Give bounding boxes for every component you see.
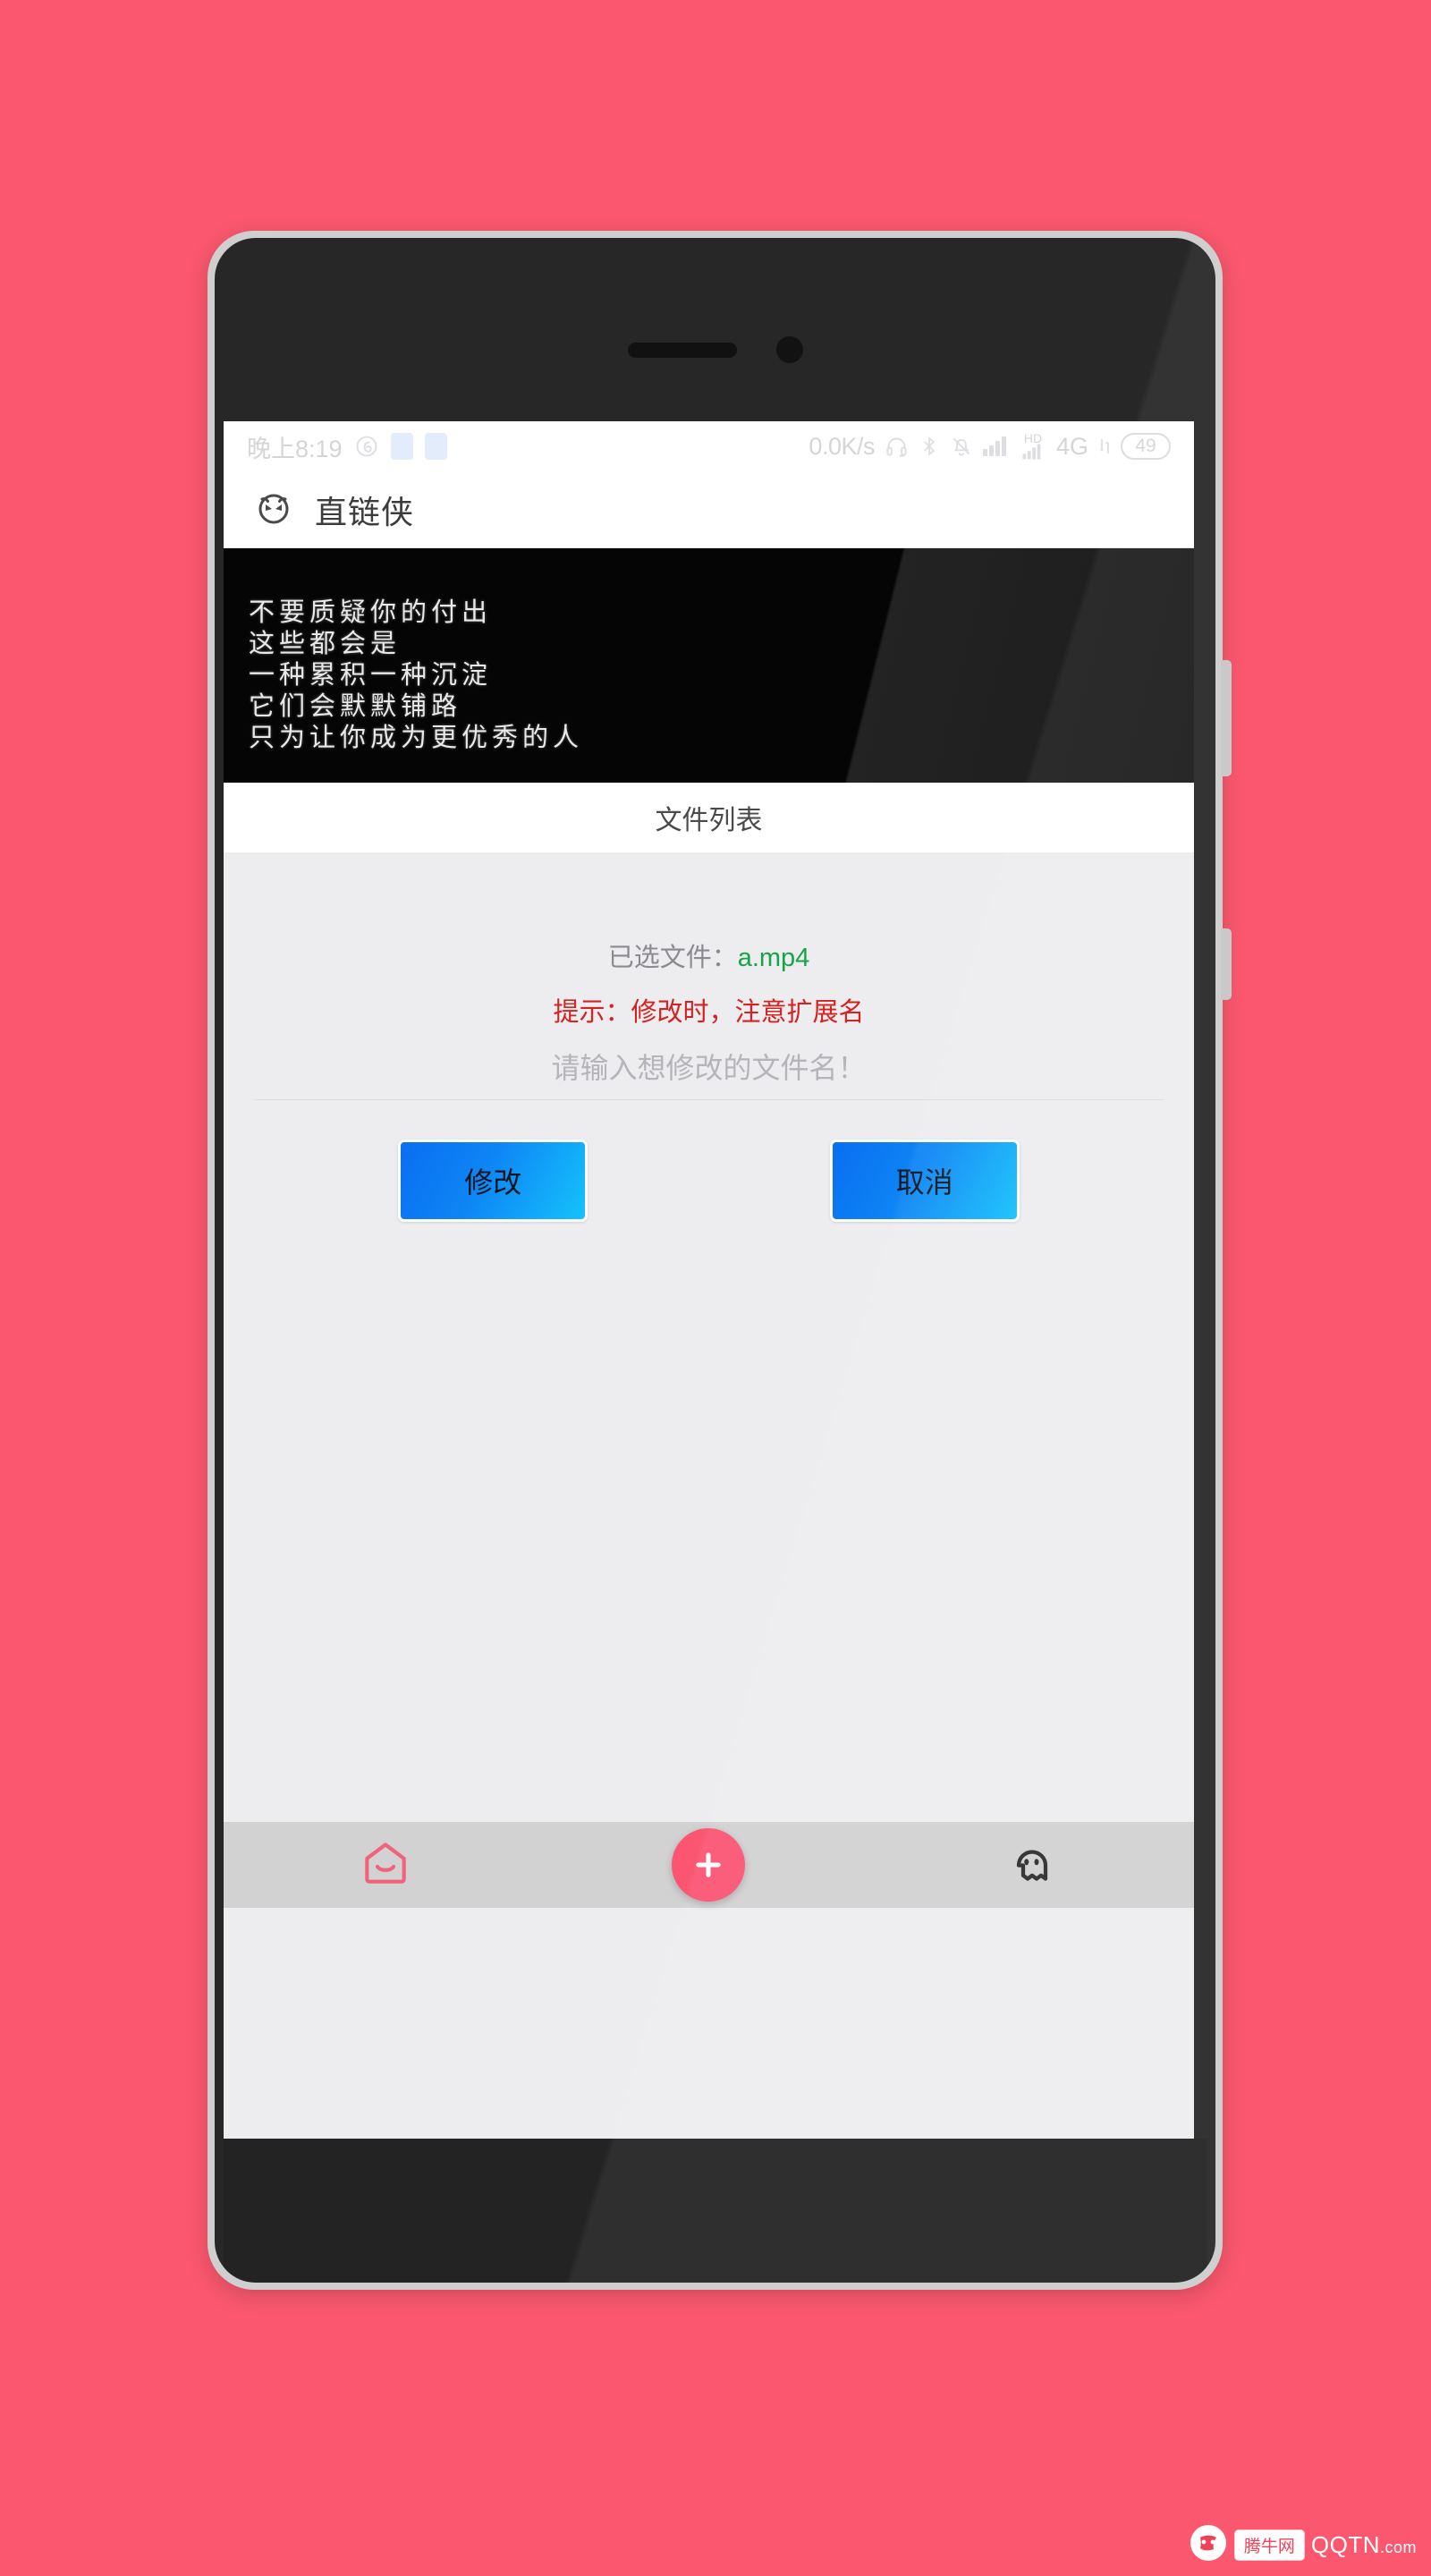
watermark: 腾牛网 QQTN.com: [1189, 2523, 1417, 2567]
cancel-rename-button[interactable]: 取消: [829, 1140, 1020, 1222]
content-panel: 已选文件：a.mp4 提示：修改时，注意扩展名 修改 取消: [224, 852, 1194, 1908]
phone-body: 晚上8:19 0.0K/s HD 4G 49 直链侠 不要质疑你的付出 这些都会…: [215, 238, 1215, 2283]
nav-item-add[interactable]: [619, 1822, 798, 1908]
status-bar-right: 0.0K/s HD 4G 49: [809, 432, 1171, 461]
status-time: 晚上8:19: [247, 435, 343, 462]
power-button[interactable]: [1221, 928, 1232, 1000]
devil-face-icon: [252, 486, 295, 533]
banner-line: 一种累积一种沉淀: [249, 659, 493, 690]
ghost-icon: [1005, 1836, 1059, 1894]
phone-screen: 晚上8:19 0.0K/s HD 4G 49 直链侠 不要质疑你的付出 这些都会…: [224, 421, 1194, 2139]
speaker-grille: [627, 342, 737, 358]
home-smile-icon: [358, 1835, 413, 1895]
nav-item-home[interactable]: [296, 1822, 475, 1908]
status-bar-left: 晚上8:19: [247, 429, 447, 464]
rename-dialog: 已选文件：a.mp4 提示：修改时，注意扩展名 修改 取消: [224, 852, 1194, 1222]
add-fab-icon[interactable]: [672, 1828, 746, 1902]
music-note-icon: [354, 434, 379, 459]
battery-indicator: 49: [1121, 433, 1171, 460]
rename-input-wrapper[interactable]: [254, 1052, 1164, 1100]
net-speed-label: 0.0K/s: [809, 432, 875, 460]
bottom-nav-bar: [224, 1822, 1194, 1908]
file-list-header: 文件列表: [224, 783, 1194, 852]
notification-chip-icon: [390, 433, 413, 460]
watermark-domain: QQTN.com: [1310, 2531, 1417, 2558]
banner-line: 只为让你成为更优秀的人: [249, 722, 584, 752]
selected-file-name: a.mp4: [737, 944, 810, 972]
app-title: 直链侠: [315, 493, 415, 530]
notification-chip-icon: [424, 433, 447, 460]
headphone-icon: [885, 435, 909, 459]
mute-bell-icon: [950, 435, 973, 458]
selected-file-label: 已选文件：: [607, 944, 738, 972]
phone-chin: [224, 2139, 1207, 2282]
banner-line: 这些都会是: [249, 628, 402, 658]
confirm-rename-button[interactable]: 修改: [398, 1140, 588, 1222]
bluetooth-icon: [919, 435, 940, 458]
promo-banner: 不要质疑你的付出 这些都会是 一种累积一种沉淀 它们会默默铺路 只为让你成为更优…: [224, 548, 1194, 783]
watermark-label: 腾牛网: [1233, 2529, 1305, 2561]
banner-text: 不要质疑你的付出 这些都会是 一种累积一种沉淀 它们会默默铺路 只为让你成为更优…: [249, 597, 583, 753]
earpiece-row: [627, 336, 803, 363]
network-type-label: 4G: [1055, 432, 1088, 460]
dialog-button-row: 修改 取消: [224, 1140, 1194, 1222]
watermark-logo-icon: [1189, 2523, 1228, 2567]
signal-bars-icon: [982, 435, 1010, 458]
app-bar: 直链侠: [224, 471, 1194, 548]
front-camera: [775, 336, 803, 363]
status-bar: 晚上8:19 0.0K/s HD 4G 49: [224, 421, 1194, 471]
phone-device: 晚上8:19 0.0K/s HD 4G 49 直链侠 不要质疑你的付出 这些都会…: [207, 231, 1232, 2290]
hd-signal-icon: HD: [1020, 432, 1046, 461]
nav-item-ghost[interactable]: [943, 1822, 1122, 1908]
volume-button[interactable]: [1221, 660, 1232, 776]
rename-input[interactable]: [254, 1052, 1164, 1085]
extension-hint: 提示：修改时，注意扩展名: [553, 998, 865, 1027]
banner-line: 它们会默默铺路: [249, 691, 462, 721]
banner-line: 不要质疑你的付出: [249, 597, 493, 627]
data-transfer-icon: [1098, 437, 1111, 455]
selected-file-row: 已选文件：a.mp4: [224, 936, 1194, 974]
file-list-title: 文件列表: [655, 806, 763, 835]
